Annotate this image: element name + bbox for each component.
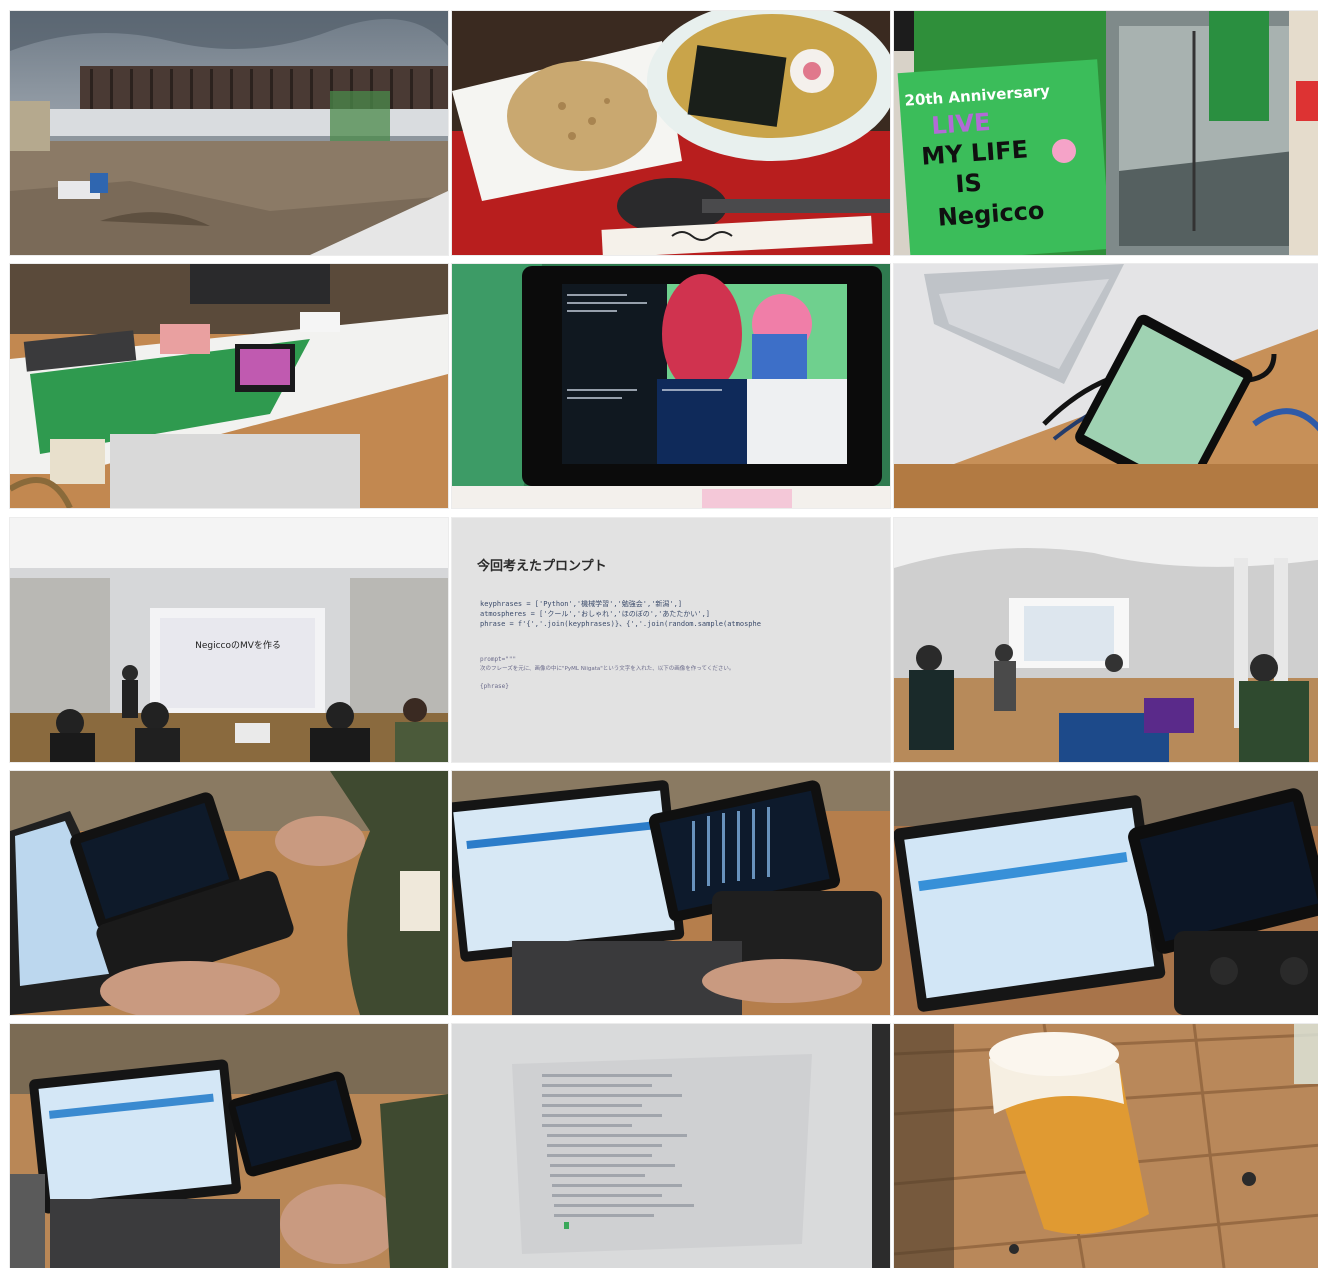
- exhibit-table-image: [10, 264, 448, 508]
- prompt-label: prompt=""": [480, 656, 516, 663]
- prompt-code-line-1: atmospheres = ['クール','おしゃれ','ほのぼの','あたたか…: [480, 610, 710, 618]
- photo-event-hall[interactable]: [894, 518, 1318, 762]
- photo-station-construction[interactable]: [10, 11, 448, 255]
- prompt-text: 次のフレーズを元に、画像の中に"PyML Niigata"という文字を入れた、以…: [480, 664, 734, 672]
- ramen-image: [452, 11, 890, 255]
- photo-negicco-poster[interactable]: 20th Anniversary LIVE MY LIFE IS Negicco: [894, 11, 1318, 255]
- photo-exhibit-table[interactable]: [10, 264, 448, 508]
- stage-slide-title: NegiccoのMVを作る: [195, 639, 281, 651]
- photo-handheld-pc[interactable]: [10, 771, 448, 1015]
- prompt-code-line-2: phrase = f'{','.join(keyphrases)}、{','.j…: [480, 620, 761, 628]
- prompt-slide-title: 今回考えたプロンプト: [476, 558, 607, 574]
- beer-glass-image: [894, 1024, 1318, 1268]
- photo-mini-pc-display[interactable]: [894, 264, 1318, 508]
- laptop-on-lap-image: [10, 1024, 448, 1268]
- photo-laptop-handheld[interactable]: [452, 771, 890, 1015]
- handheld-pc-image: [10, 771, 448, 1015]
- photo-laptop-handheld-closeup[interactable]: [894, 771, 1318, 1015]
- station-construction-image: [10, 11, 448, 255]
- laptop-handheld-image: [452, 771, 890, 1015]
- photo-prompt-slide[interactable]: 今回考えたプロンプト keyphrases = ['Python','機械学習'…: [452, 518, 890, 762]
- poster-text-3: IS: [955, 169, 983, 199]
- poster-image: 20th Anniversary LIVE MY LIFE IS Negicco: [894, 11, 1318, 255]
- photo-tablet-anime[interactable]: [452, 264, 890, 508]
- photo-grid: 20th Anniversary LIVE MY LIFE IS Negicco: [0, 0, 1318, 1268]
- photo-ramen-fried-rice[interactable]: [452, 11, 890, 255]
- event-hall-image: [894, 518, 1318, 762]
- mini-pc-image: [894, 264, 1318, 508]
- poster-text-1: LIVE: [930, 108, 991, 140]
- projected-terminal-image: [452, 1024, 890, 1268]
- prompt-code-line-0: keyphrases = ['Python','機械学習','勉強会','新潟'…: [480, 599, 682, 608]
- photo-laptop-on-lap[interactable]: [10, 1024, 448, 1268]
- stage-image: NegiccoのMVを作る: [10, 518, 448, 762]
- laptop-handheld-closeup-image: [894, 771, 1318, 1015]
- prompt-end: {phrase}: [480, 683, 509, 690]
- prompt-slide-image: 今回考えたプロンプト keyphrases = ['Python','機械学習'…: [452, 518, 890, 762]
- tablet-image: [452, 264, 890, 508]
- photo-beer-glass[interactable]: [894, 1024, 1318, 1268]
- photo-projected-terminal[interactable]: [452, 1024, 890, 1268]
- photo-stage-presentation[interactable]: NegiccoのMVを作る: [10, 518, 448, 762]
